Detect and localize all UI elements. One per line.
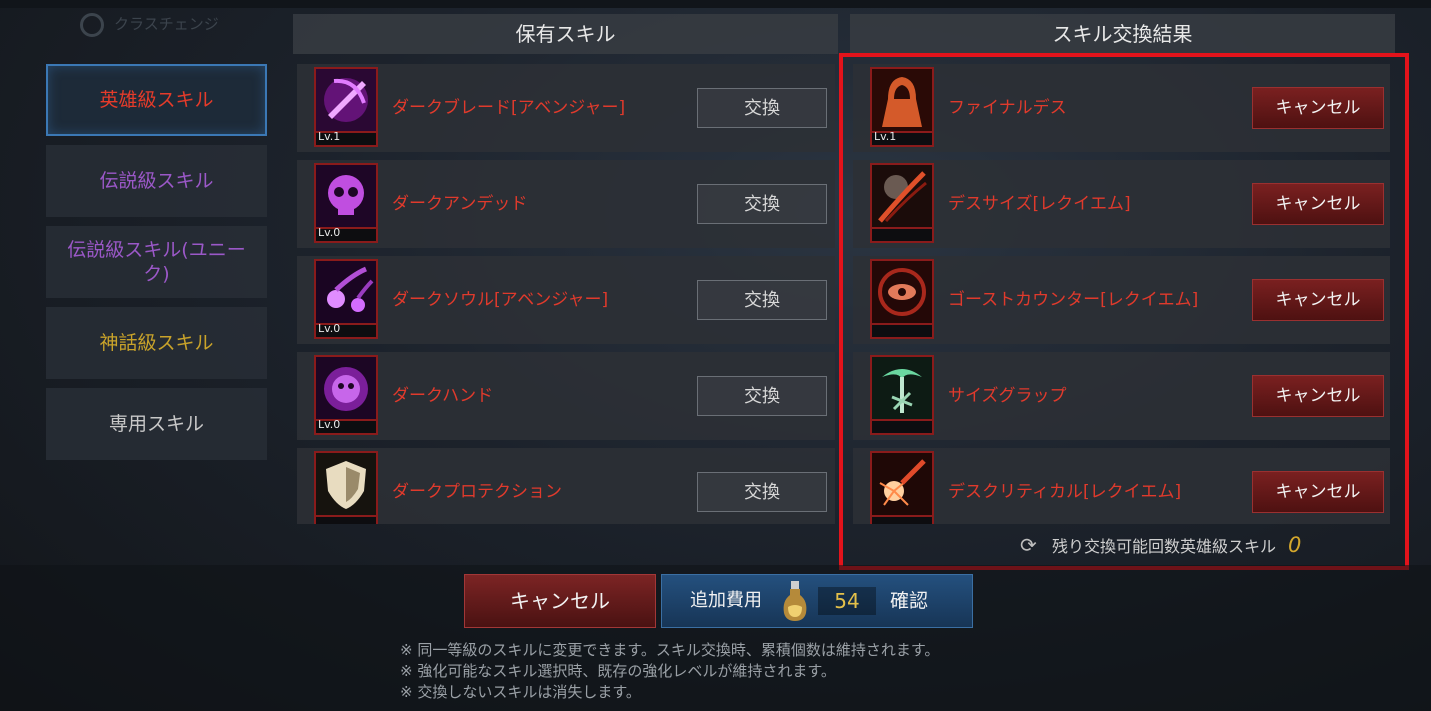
- notes: ※ 同一等級のスキルに変更できます。スキル交換時、累積個数は維持されます。 ※ …: [400, 640, 939, 703]
- exchange-result-header: スキル交換結果: [850, 14, 1395, 54]
- note-line: ※ 同一等級のスキルに変更できます。スキル交換時、累積個数は維持されます。: [400, 641, 940, 659]
- skill-icon-frame: Lv.0: [314, 259, 378, 339]
- owned-skill-row[interactable]: Lv.1 ダークブレード[アベンジャー] 交換: [297, 64, 835, 152]
- category-myth-skill[interactable]: 神話級スキル: [46, 307, 267, 379]
- soul-orbs-icon: [316, 261, 376, 323]
- confirm-label: 確認: [890, 590, 929, 612]
- refresh-icon: [80, 12, 104, 37]
- skill-level: Lv.0: [318, 418, 341, 431]
- owned-skills-header: 保有スキル: [293, 14, 838, 54]
- exchange-button[interactable]: 交換: [697, 184, 827, 224]
- skill-icon-frame: Lv.0: [314, 355, 378, 435]
- note-line: ※ 交換しないスキルは消失します。: [400, 683, 641, 701]
- skill-level: Lv.0: [318, 226, 341, 239]
- skull-icon: [316, 165, 376, 227]
- exchange-button[interactable]: 交換: [697, 88, 827, 128]
- class-change-tab[interactable]: クラスチェンジ: [80, 8, 260, 40]
- skill-icon-frame: [314, 451, 378, 524]
- skill-level: Lv.1: [318, 130, 341, 143]
- top-bar: [0, 0, 1431, 8]
- category-exclusive-skill[interactable]: 専用スキル: [46, 388, 267, 460]
- skill-name: ダークハンド: [392, 386, 494, 406]
- note-line: ※ 強化可能なスキル選択時、既存の強化レベルが維持されます。: [400, 662, 836, 680]
- owned-skill-row[interactable]: Lv.0 ダークハンド 交換: [297, 352, 835, 440]
- extra-cost-label: 追加費用: [690, 590, 762, 611]
- exchange-button[interactable]: 交換: [697, 376, 827, 416]
- skill-level: Lv.0: [318, 322, 341, 335]
- exchange-button[interactable]: 交換: [697, 280, 827, 320]
- category-hero-skill[interactable]: 英雄級スキル: [46, 64, 267, 136]
- owned-skill-row[interactable]: ダークプロテクション 交換: [297, 448, 835, 524]
- skill-name: ダークソウル[アベンジャー]: [392, 290, 609, 310]
- cancel-button[interactable]: キャンセル: [464, 574, 656, 628]
- owned-skill-row[interactable]: Lv.0 ダークアンデッド 交換: [297, 160, 835, 248]
- skill-category-list: 英雄級スキル 伝説級スキル 伝説級スキル(ユニーク) 神話級スキル 専用スキル: [46, 64, 267, 469]
- confirm-button[interactable]: 追加費用 54 確認: [661, 574, 973, 628]
- skill-name: ダークプロテクション: [392, 482, 562, 502]
- category-legend-skill[interactable]: 伝説級スキル: [46, 145, 267, 217]
- shield-icon: [316, 453, 376, 515]
- skill-name: ダークブレード[アベンジャー]: [392, 98, 626, 118]
- icon-divider: [316, 515, 376, 517]
- skill-icon-frame: Lv.0: [314, 163, 378, 243]
- exchange-button[interactable]: 交換: [697, 472, 827, 512]
- potion-icon: [783, 581, 807, 621]
- cost-value: 54: [818, 587, 876, 615]
- skill-name: ダークアンデッド: [392, 194, 528, 214]
- owned-skill-row[interactable]: Lv.0 ダークソウル[アベンジャー] 交換: [297, 256, 835, 344]
- category-legend-unique-skill[interactable]: 伝説級スキル(ユニーク): [46, 226, 267, 298]
- owned-skills-list: Lv.1 ダークブレード[アベンジャー] 交換 Lv.0 ダークアンデッド 交換: [297, 64, 835, 524]
- dark-blade-icon: [316, 69, 376, 131]
- skill-icon-frame: Lv.1: [314, 67, 378, 147]
- highlight-frame: [839, 53, 1409, 570]
- dark-hand-icon: [316, 357, 376, 419]
